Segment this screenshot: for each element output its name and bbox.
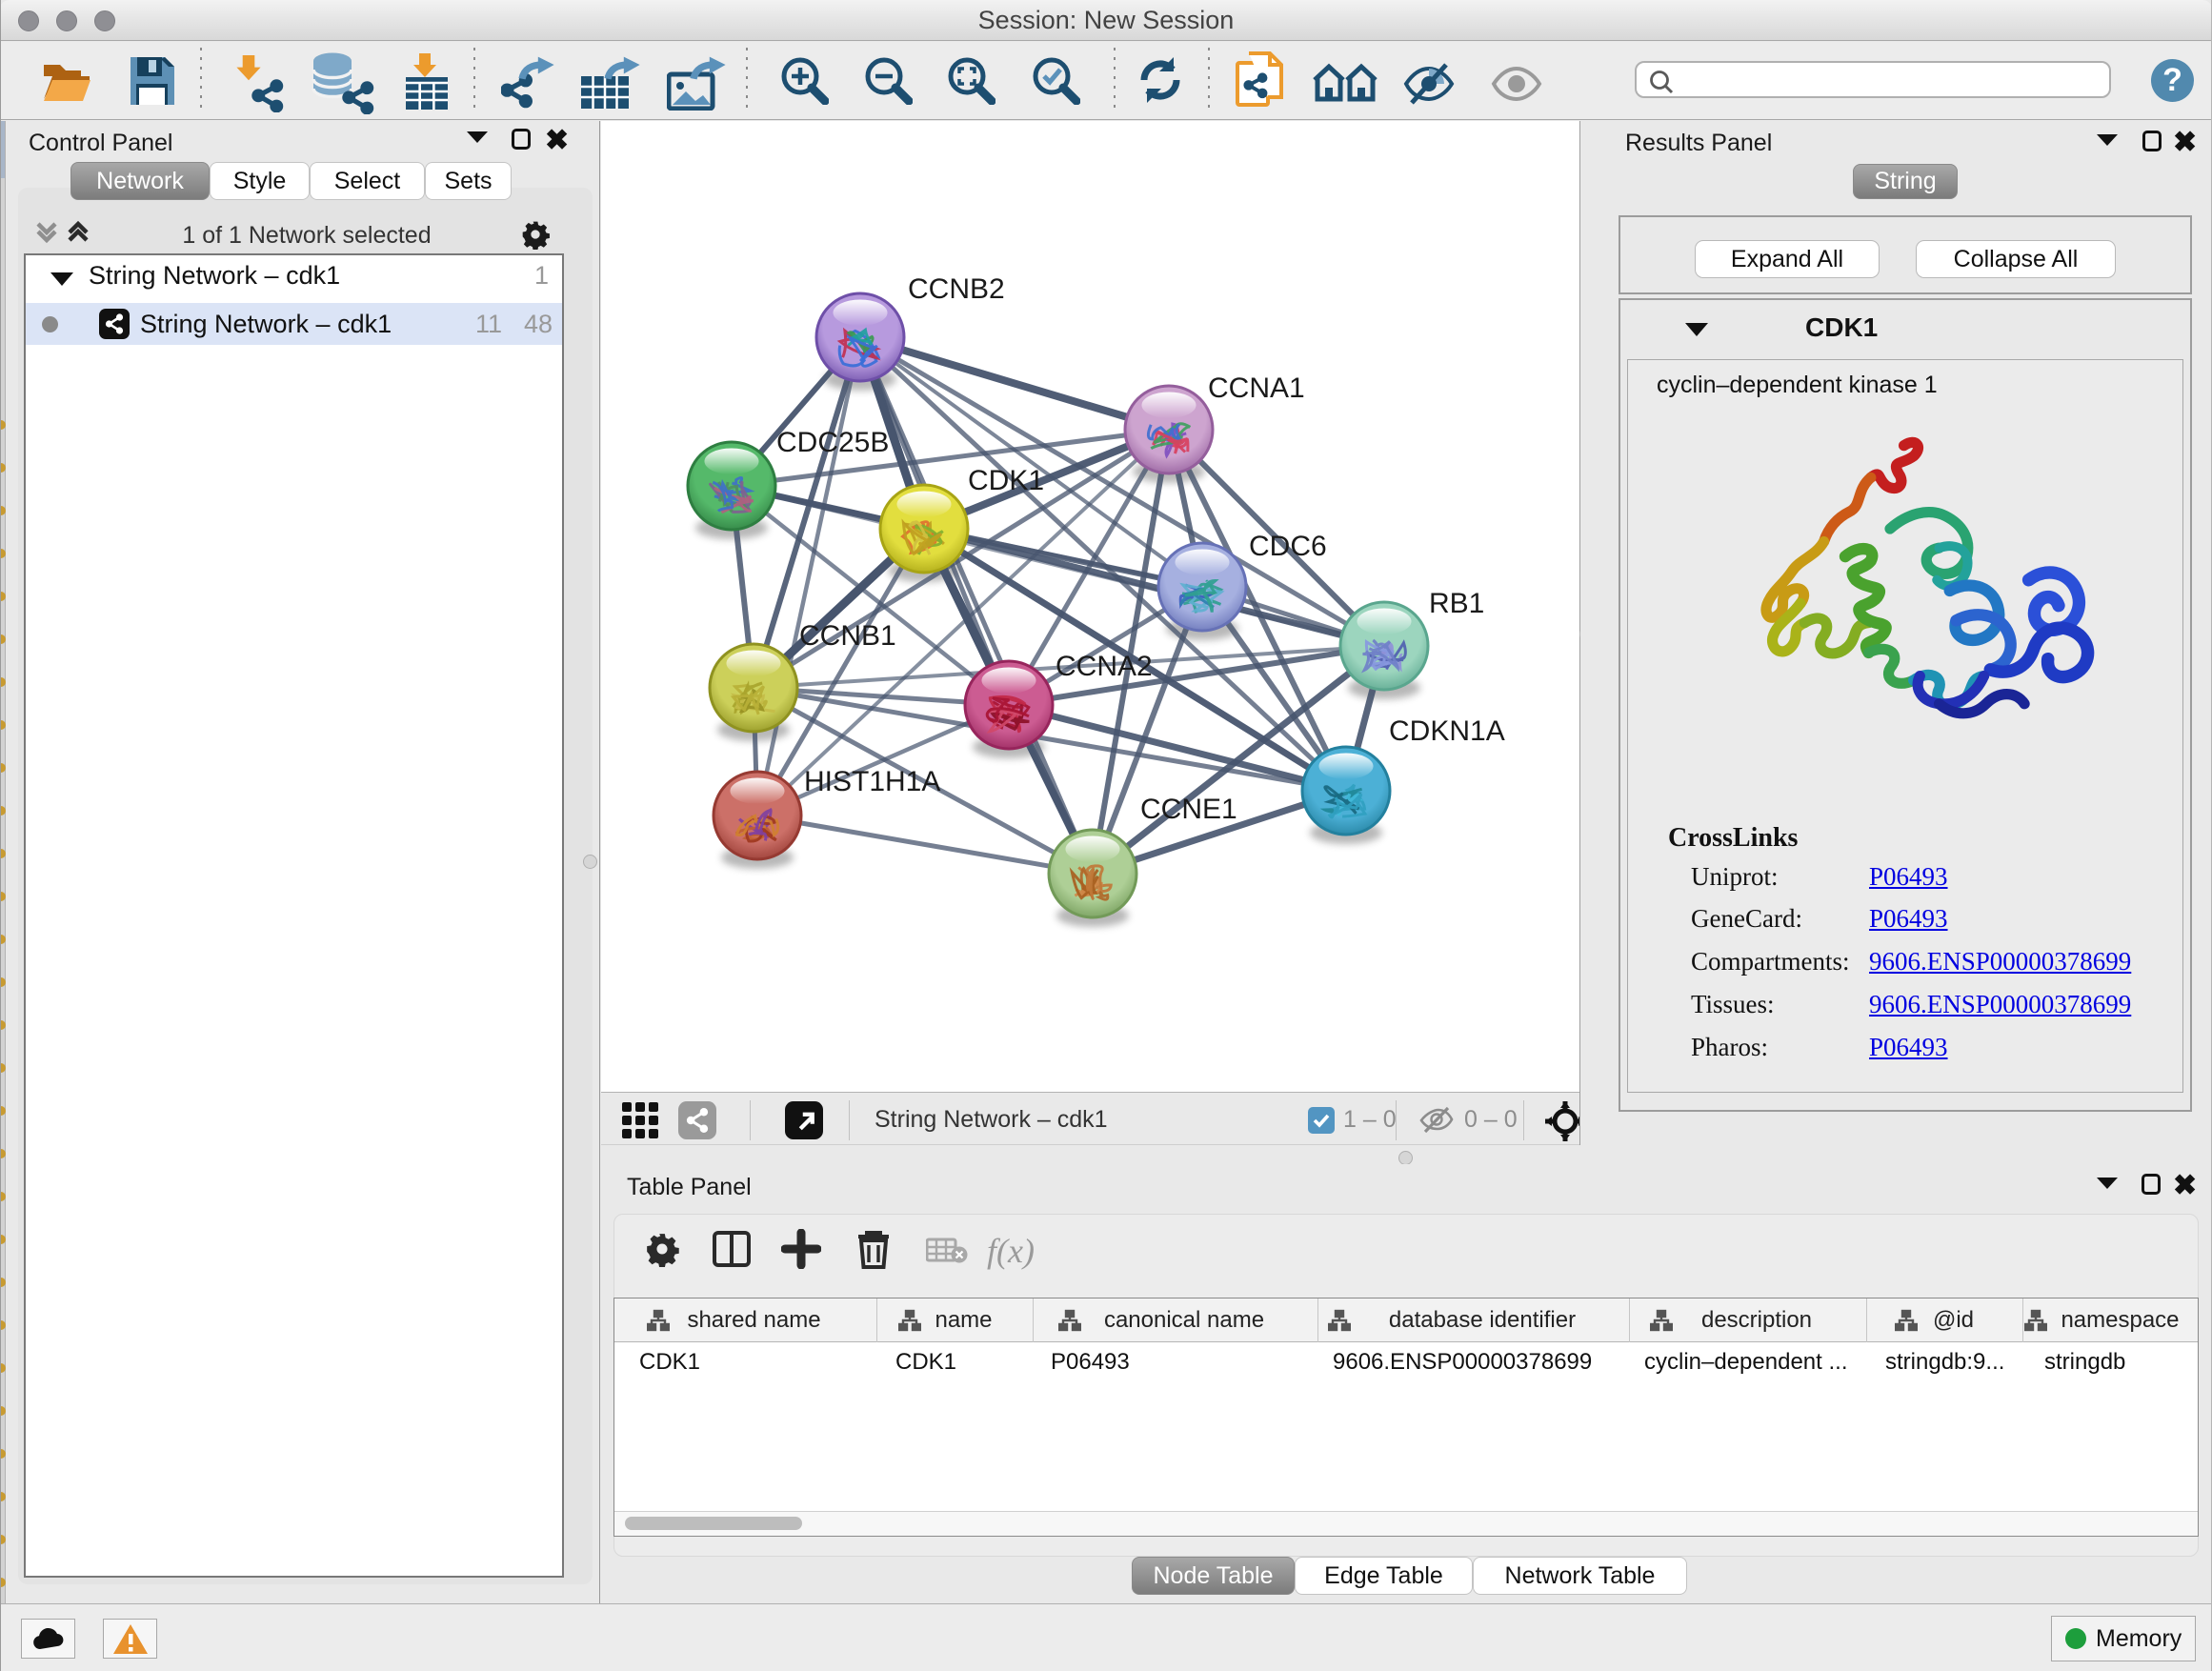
svg-text:CCNA1: CCNA1 bbox=[1208, 372, 1305, 404]
svg-text:CDC25B: CDC25B bbox=[776, 427, 889, 458]
svg-text:HIST1H1A: HIST1H1A bbox=[804, 766, 940, 797]
svg-text:RB1: RB1 bbox=[1429, 588, 1484, 619]
svg-text:CCNB1: CCNB1 bbox=[799, 620, 896, 652]
svg-text:CDKN1A: CDKN1A bbox=[1389, 715, 1505, 747]
svg-text:CCNB2: CCNB2 bbox=[908, 273, 1005, 305]
svg-text:CDC6: CDC6 bbox=[1249, 531, 1327, 562]
svg-text:CCNE1: CCNE1 bbox=[1140, 794, 1237, 825]
svg-text:CDK1: CDK1 bbox=[968, 465, 1044, 496]
svg-text:CCNA2: CCNA2 bbox=[1056, 651, 1153, 682]
